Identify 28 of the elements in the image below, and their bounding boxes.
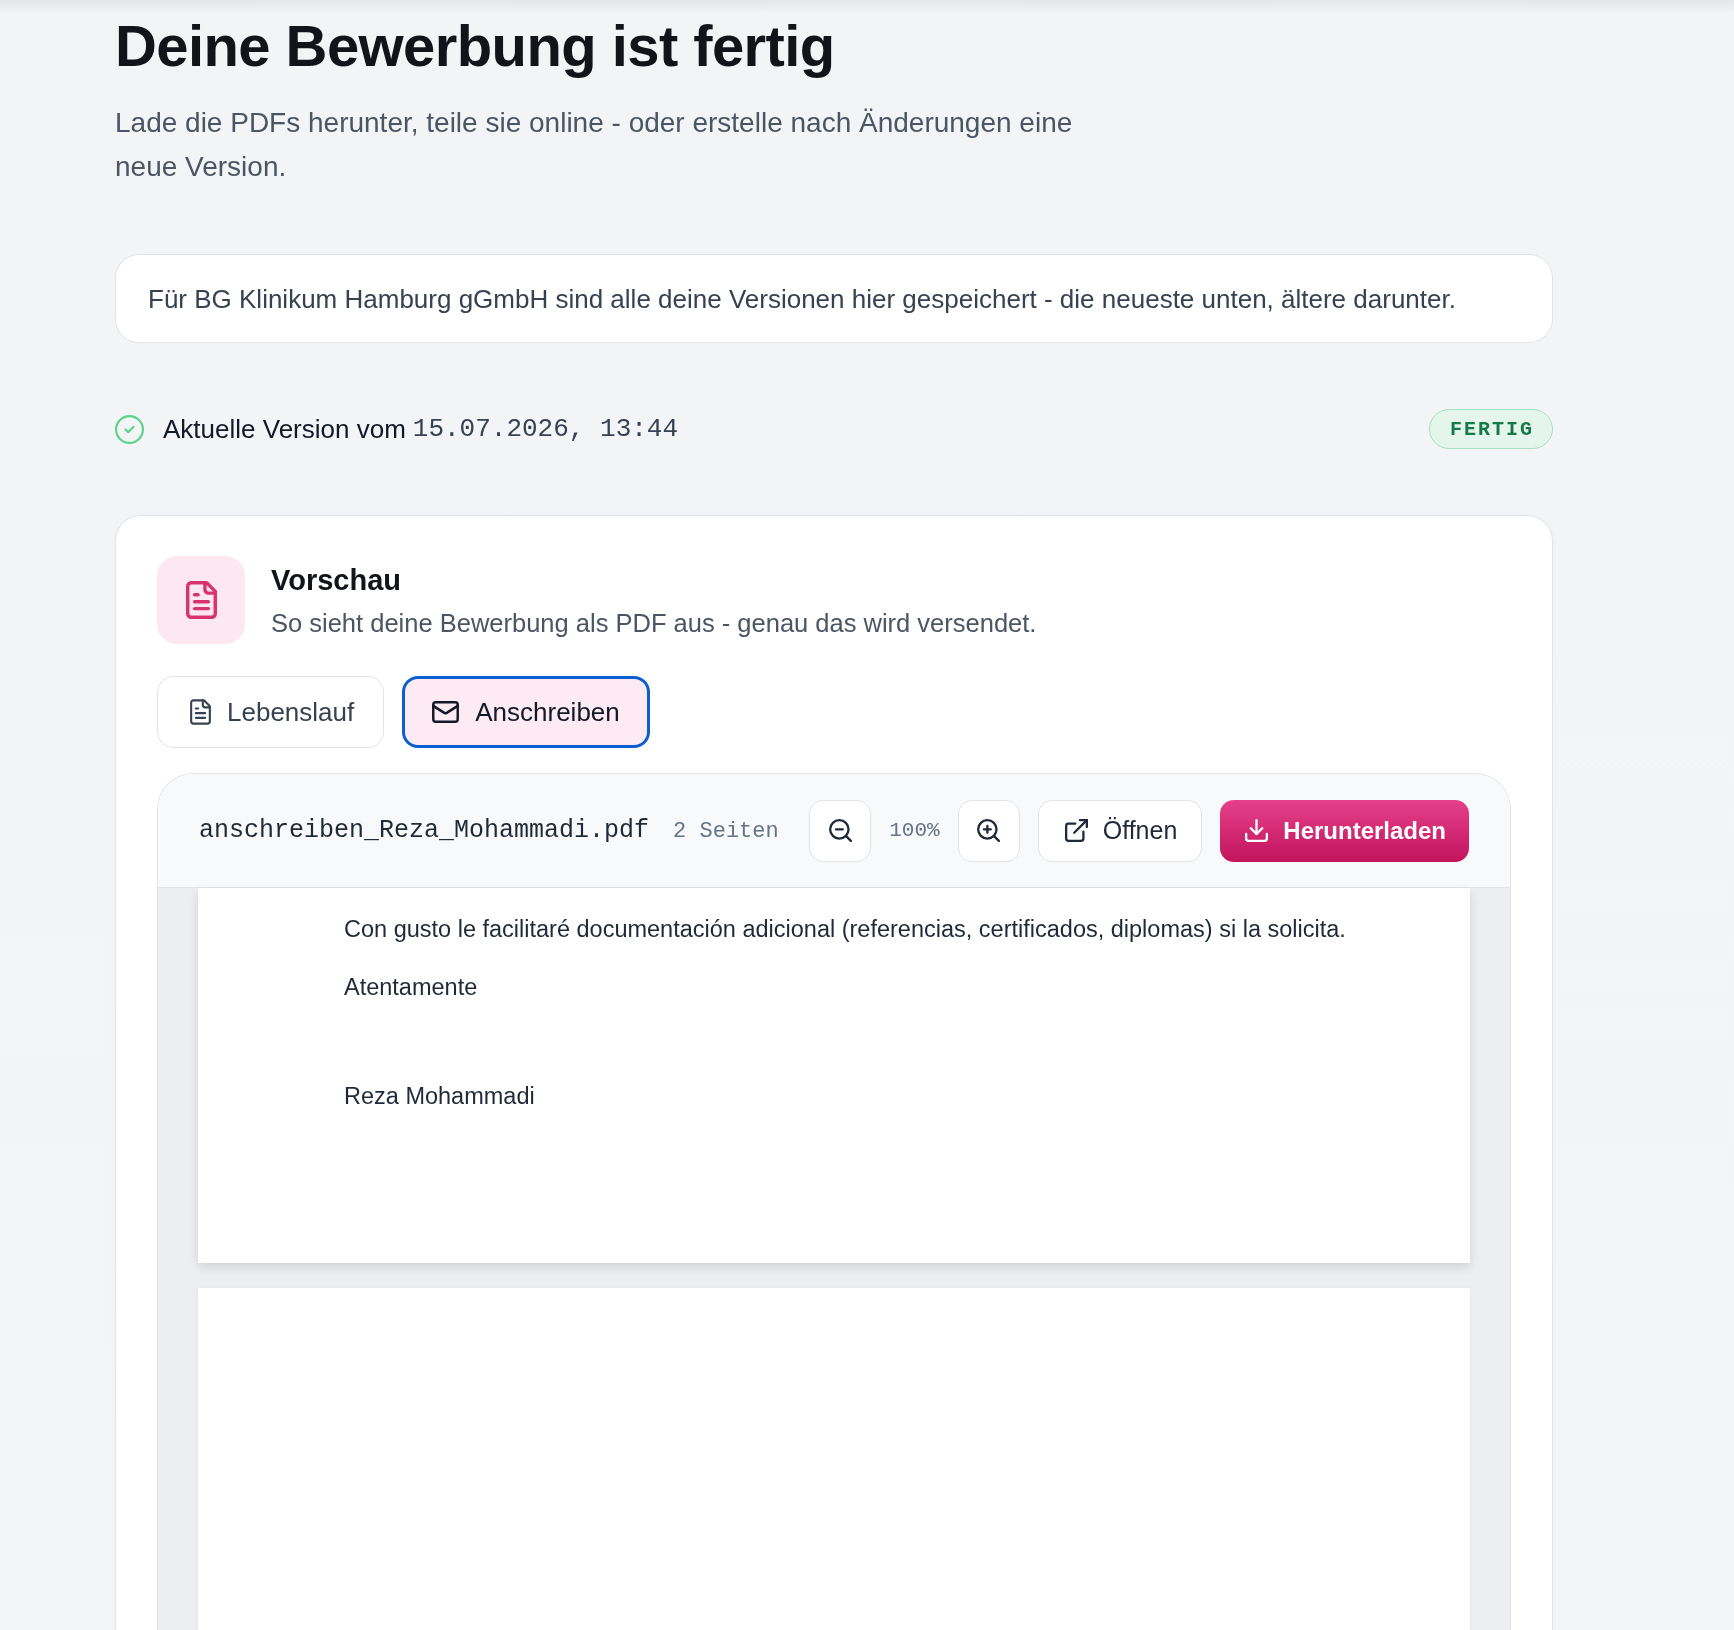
zoom-out-button[interactable] bbox=[809, 799, 872, 862]
preview-subtitle: So sieht deine Bewerbung als PDF aus - genau das wird versendet. bbox=[271, 607, 1037, 639]
letter-closing: Atentamente bbox=[344, 973, 479, 1002]
zoom-out-icon bbox=[828, 819, 852, 842]
preview-title: Vorschau bbox=[271, 562, 402, 598]
version-timestamp: 15.07.2026, 13:44 bbox=[412, 413, 679, 445]
zoom-in-button[interactable] bbox=[957, 799, 1020, 862]
page-subtitle: Lade die PDFs herunter, teile sie online - oder erstelle nach Änderungen eine neue Version. bbox=[115, 106, 1074, 184]
tab[interactable]: Anschreiben bbox=[402, 676, 650, 748]
document-icon bbox=[190, 699, 211, 725]
check-circle-icon bbox=[115, 414, 144, 444]
envelope-icon bbox=[432, 701, 460, 723]
open-button[interactable]: Öffnen bbox=[1037, 799, 1203, 862]
document-icon bbox=[157, 556, 245, 644]
download-button[interactable]: Herunterladen bbox=[1220, 799, 1469, 862]
info-text: Für BG Klinikum Hamburg gGmbH sind alle deine Versionen hier gespeichert - die neueste unten, ältere darunter. bbox=[148, 282, 1456, 315]
letter-signature: Reza Mohammadi bbox=[344, 1082, 536, 1111]
page-title: Deine Bewerbung ist fertig bbox=[115, 14, 836, 78]
file-name: anschreiben_Reza_Mohammadi.pdf bbox=[199, 816, 650, 845]
download-icon bbox=[1245, 819, 1269, 842]
external-link-icon bbox=[1064, 819, 1088, 842]
page-count: 2 Seiten bbox=[673, 819, 779, 844]
status-badge: FERTIG bbox=[1429, 409, 1553, 449]
version-label: Aktuelle Version vom bbox=[163, 413, 406, 445]
zoom-level: 100% bbox=[889, 819, 940, 842]
tab[interactable]: Lebenslauf bbox=[157, 676, 385, 748]
zoom-in-icon bbox=[977, 819, 1001, 842]
letter-paragraph: Con gusto le facilitaré documentación adicional (referencias, certificados, diplomas) si la solicita. bbox=[344, 915, 1347, 944]
